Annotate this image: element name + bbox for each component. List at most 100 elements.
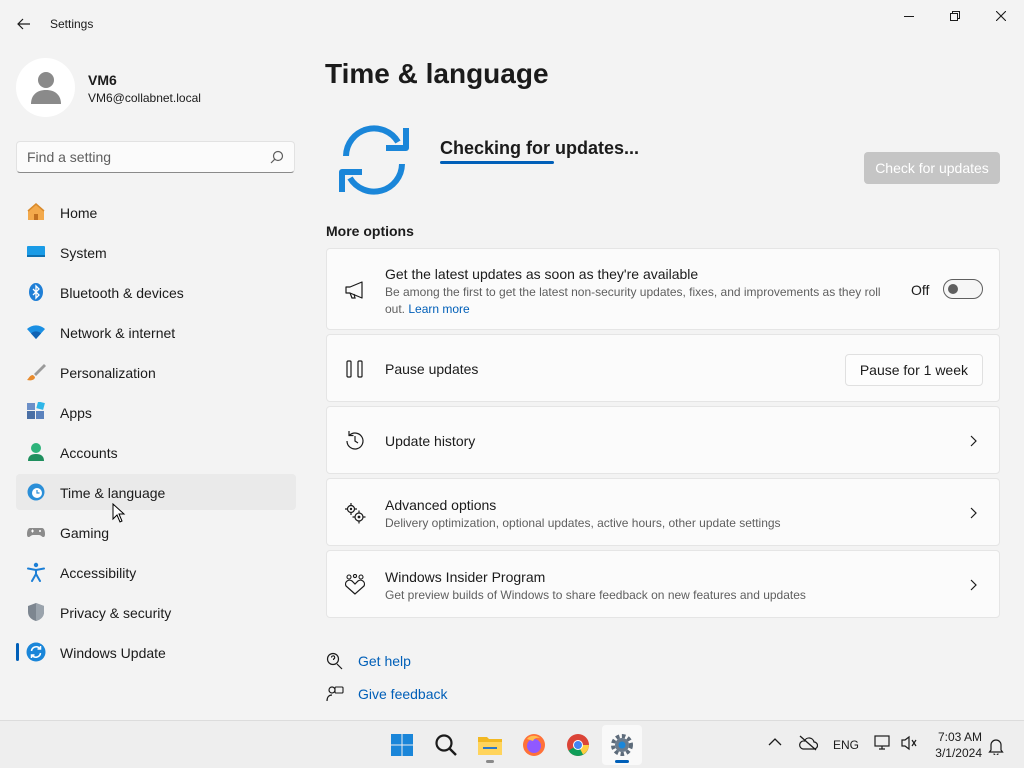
restore-icon <box>950 11 960 21</box>
profile-name: VM6 <box>88 72 117 88</box>
language-indicator[interactable]: ENG <box>833 738 859 752</box>
toggle-state-label: Off <box>911 282 930 298</box>
taskbar-search-button[interactable] <box>426 725 466 765</box>
apps-icon <box>26 402 46 422</box>
chrome-button[interactable] <box>558 725 598 765</box>
update-history-card[interactable]: Update history <box>326 406 1000 474</box>
pause-icon <box>343 357 367 381</box>
user-profile[interactable]: VM6 VM6@collabnet.local <box>16 58 296 118</box>
learn-more-link[interactable]: Learn more <box>408 302 469 316</box>
restore-button[interactable] <box>932 0 978 32</box>
insider-program-card[interactable]: Windows Insider Program Get preview buil… <box>326 550 1000 618</box>
insider-program-title: Windows Insider Program <box>385 569 546 585</box>
sidebar-item-apps[interactable]: Apps <box>16 394 296 430</box>
latest-updates-description: Be among the first to get the latest non… <box>385 284 885 318</box>
system-icon <box>26 242 46 262</box>
sidebar-item-label: Network & internet <box>60 325 176 341</box>
sidebar-item-home[interactable]: Home <box>16 194 296 230</box>
pause-updates-title: Pause updates <box>385 361 479 377</box>
sidebar-item-label: Privacy & security <box>60 605 172 621</box>
get-help-label: Get help <box>358 653 411 669</box>
sidebar-item-personalization[interactable]: Personalization <box>16 354 296 390</box>
cloud-offline-icon[interactable] <box>798 735 818 751</box>
clock-date: 3/1/2024 <box>935 746 982 760</box>
get-help-link[interactable]: Get help <box>326 649 411 673</box>
sidebar-item-label: System <box>60 245 107 261</box>
app-title: Settings <box>50 17 94 31</box>
active-indicator <box>615 760 629 763</box>
sidebar-item-gaming[interactable]: Gaming <box>16 514 296 550</box>
sidebar-nav: Home System Bluetooth & devices Network … <box>16 194 296 674</box>
time-language-icon <box>26 482 46 502</box>
title-bar: Settings <box>0 0 1024 48</box>
sidebar-item-windows-update[interactable]: Windows Update <box>16 634 296 670</box>
update-progress-fill <box>440 161 554 164</box>
check-for-updates-button[interactable]: Check for updates <box>864 152 1000 184</box>
profile-email: VM6@collabnet.local <box>88 91 201 105</box>
more-options-header: More options <box>326 223 414 239</box>
file-explorer-icon <box>478 737 502 755</box>
megaphone-icon <box>343 278 367 302</box>
close-icon <box>996 11 1006 21</box>
search-icon <box>435 734 457 756</box>
firefox-icon <box>523 734 545 756</box>
minimize-button[interactable] <box>886 0 932 32</box>
volume-icon[interactable] <box>900 735 918 751</box>
file-explorer-button[interactable] <box>470 725 510 765</box>
sidebar-item-label: Gaming <box>60 525 110 541</box>
chevron-right-icon <box>970 435 977 447</box>
bluetooth-icon <box>26 282 46 302</box>
avatar <box>16 58 75 117</box>
sidebar-item-accessibility[interactable]: Accessibility <box>16 554 296 590</box>
chrome-icon <box>567 734 589 756</box>
pause-for-week-button[interactable]: Pause for 1 week <box>844 354 983 386</box>
network-icon[interactable] <box>874 735 892 751</box>
chevron-right-icon <box>970 579 977 591</box>
close-button[interactable] <box>978 0 1024 32</box>
feedback-icon <box>326 685 344 703</box>
shield-icon <box>26 602 46 622</box>
give-feedback-label: Give feedback <box>358 686 448 702</box>
sidebar-item-label: Personalization <box>60 365 156 381</box>
search-icon <box>270 150 284 164</box>
advanced-options-card[interactable]: Advanced options Delivery optimization, … <box>326 478 1000 546</box>
advanced-options-title: Advanced options <box>385 497 497 513</box>
system-clock[interactable]: 7:03 AM 3/1/2024 <box>935 729 982 761</box>
advanced-options-description: Delivery optimization, optional updates,… <box>385 516 781 530</box>
notification-bell-icon[interactable] <box>988 737 1004 755</box>
sidebar-item-bluetooth[interactable]: Bluetooth & devices <box>16 274 296 310</box>
minimize-icon <box>904 16 914 17</box>
start-button[interactable] <box>382 725 422 765</box>
home-icon <box>26 202 46 222</box>
accounts-icon <box>26 442 46 462</box>
sidebar-item-label: Time & language <box>60 485 166 501</box>
taskbar: ENG 7:03 AM 3/1/2024 <box>0 720 1024 768</box>
gamepad-icon <box>26 522 46 542</box>
sidebar-item-system[interactable]: System <box>16 234 296 270</box>
insider-program-description: Get preview builds of Windows to share f… <box>385 588 806 602</box>
help-icon <box>326 652 344 670</box>
sidebar-item-privacy[interactable]: Privacy & security <box>16 594 296 630</box>
back-button[interactable] <box>10 10 38 38</box>
give-feedback-link[interactable]: Give feedback <box>326 682 448 706</box>
sidebar-item-label: Bluetooth & devices <box>60 285 184 301</box>
sidebar-item-accounts[interactable]: Accounts <box>16 434 296 470</box>
brush-icon <box>26 362 46 382</box>
search-box[interactable] <box>16 141 295 173</box>
windows-update-icon <box>26 642 46 662</box>
settings-icon <box>611 734 633 756</box>
search-input[interactable] <box>27 149 267 165</box>
start-icon <box>391 734 413 756</box>
settings-button[interactable] <box>602 725 642 765</box>
back-arrow-icon <box>17 18 30 30</box>
person-icon <box>30 71 61 104</box>
chevron-up-icon[interactable] <box>768 737 782 747</box>
firefox-button[interactable] <box>514 725 554 765</box>
sidebar-item-label: Accounts <box>60 445 118 461</box>
sidebar-item-network[interactable]: Network & internet <box>16 314 296 350</box>
accessibility-icon <box>26 562 46 582</box>
latest-updates-toggle[interactable] <box>943 279 983 299</box>
sidebar-item-time-language[interactable]: Time & language <box>16 474 296 510</box>
insider-hearts-icon <box>343 573 367 597</box>
page-title: Time & language <box>325 58 549 89</box>
